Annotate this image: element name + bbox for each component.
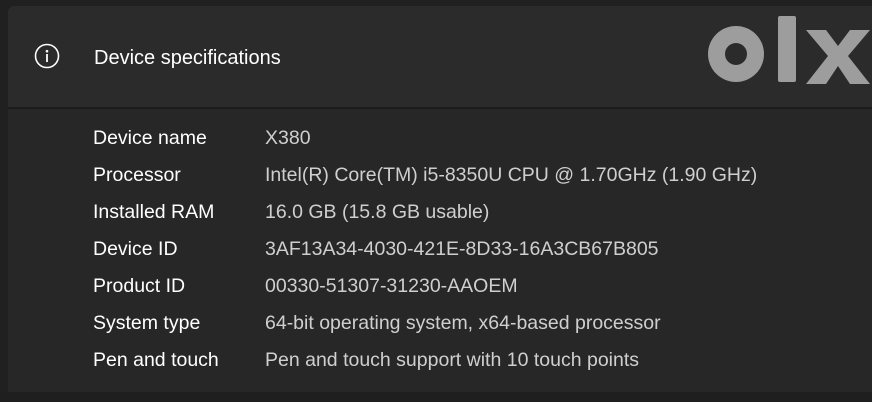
section-title: Device specifications (94, 47, 281, 69)
spec-label: Pen and touch (93, 348, 219, 371)
spec-row-product-id: Product ID 00330-51307-31230-AAOEM (8, 267, 872, 304)
specs-list: Device name X380 Processor Intel(R) Core… (8, 119, 872, 378)
spec-row-system-type: System type 64-bit operating system, x64… (8, 304, 872, 341)
spec-label: Device name (93, 126, 207, 149)
spec-value: 16.0 GB (15.8 GB usable) (265, 200, 490, 223)
next-section-edge (0, 392, 872, 402)
spec-label: Installed RAM (93, 200, 215, 223)
spec-label: Product ID (93, 274, 186, 297)
olx-logo (708, 16, 870, 84)
spec-label: Device ID (93, 237, 178, 260)
spec-value: 3AF13A34-4030-421E-8D33-16A3CB67B805 (265, 237, 659, 260)
spec-row-device-id: Device ID 3AF13A34-4030-421E-8D33-16A3CB… (8, 230, 872, 267)
info-icon (34, 43, 60, 69)
device-specifications-panel: Device specifications Device name X380 P… (8, 6, 872, 402)
spec-row-installed-ram: Installed RAM 16.0 GB (15.8 GB usable) (8, 193, 872, 230)
device-specifications-header[interactable]: Device specifications (8, 6, 872, 109)
spec-label: System type (93, 311, 201, 334)
spec-row-pen-and-touch: Pen and touch Pen and touch support with… (8, 341, 872, 378)
spec-value: 64-bit operating system, x64-based proce… (265, 311, 661, 334)
spec-value: Intel(R) Core(TM) i5-8350U CPU @ 1.70GHz… (265, 163, 758, 186)
spec-row-device-name: Device name X380 (8, 119, 872, 156)
spec-row-processor: Processor Intel(R) Core(TM) i5-8350U CPU… (8, 156, 872, 193)
spec-label: Processor (93, 163, 181, 186)
spec-value: 00330-51307-31230-AAOEM (265, 274, 518, 297)
spec-value: Pen and touch support with 10 touch poin… (265, 348, 640, 371)
spec-value: X380 (265, 126, 311, 149)
